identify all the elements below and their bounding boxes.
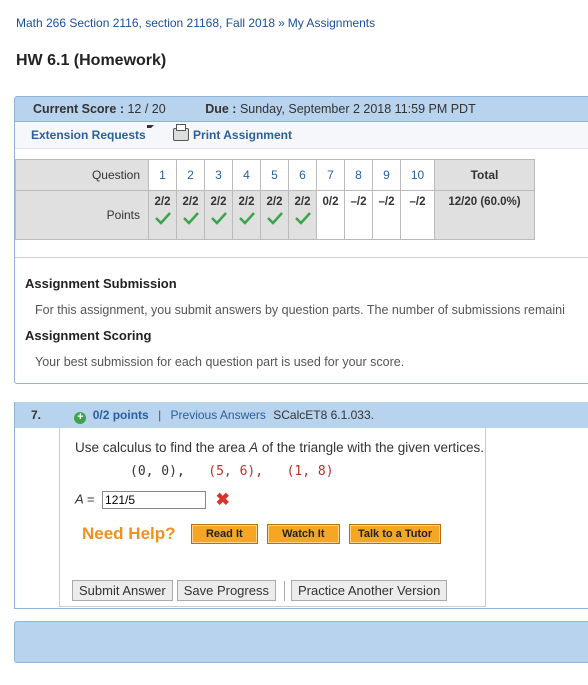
points-cell-2: 2/2	[176, 190, 205, 240]
score-label: Current Score :	[33, 102, 124, 116]
breadcrumb-assignments-link[interactable]: My Assignments	[288, 16, 375, 30]
breadcrumb: Math 266 Section 2116, section 21168, Fa…	[16, 16, 375, 30]
print-assignment-label: Print Assignment	[193, 128, 292, 142]
question-link-10[interactable]: 10	[400, 159, 435, 191]
scoring-heading: Assignment Scoring	[25, 328, 152, 343]
breadcrumb-separator: »	[278, 16, 285, 30]
save-progress-button[interactable]: Save Progress	[176, 580, 276, 601]
points-row-label: Points	[15, 190, 149, 240]
prompt-variable: A	[249, 440, 259, 455]
points-value-8: –/2	[350, 196, 367, 208]
points-value-5: 2/2	[266, 196, 283, 208]
submission-heading: Assignment Submission	[25, 276, 177, 291]
question-link-6[interactable]: 6	[288, 159, 317, 191]
points-cell-9: –/2	[372, 190, 401, 240]
assignment-info: Assignment Submission For this assignmen…	[15, 257, 588, 369]
due-value: Sunday, September 2 2018 11:59 PM PDT	[239, 102, 476, 116]
talk-to-tutor-button[interactable]: Talk to a Tutor	[348, 524, 442, 544]
score-value: 12 / 20	[127, 102, 166, 116]
question-link-2[interactable]: 2	[176, 159, 205, 191]
read-it-button[interactable]: Read It	[190, 524, 258, 544]
check-icon	[210, 212, 227, 225]
assignment-links: Extension Requests Print Assignment	[15, 122, 588, 149]
question-link-9[interactable]: 9	[372, 159, 401, 191]
submit-answer-button[interactable]: Submit Answer	[72, 580, 173, 601]
breadcrumb-course-link[interactable]: Math 266 Section 2116, section 21168, Fa…	[16, 16, 275, 30]
check-icon	[154, 212, 171, 225]
question-row-label: Question	[15, 159, 149, 191]
points-value-1: 2/2	[154, 196, 171, 208]
points-cell-3: 2/2	[204, 190, 233, 240]
question-link-4[interactable]: 4	[232, 159, 261, 191]
score-bar: Current Score : 12 / 20 Due : Sunday, Se…	[15, 97, 588, 122]
vertex-2: (5, 6),	[208, 464, 264, 479]
question-number: 7.	[31, 408, 42, 422]
points-cell-7: 0/2	[316, 190, 345, 240]
next-question-bar	[14, 621, 588, 663]
expand-plus-icon[interactable]: +	[74, 412, 87, 424]
check-icon	[294, 212, 311, 225]
question-link-1[interactable]: 1	[148, 159, 177, 191]
print-assignment-link[interactable]: Print Assignment	[173, 124, 292, 142]
question-link-8[interactable]: 8	[344, 159, 373, 191]
prompt-text-post: of the triangle with the given vertices.	[258, 440, 484, 455]
bar-separator: |	[158, 408, 162, 422]
points-cell-1: 2/2	[148, 190, 177, 240]
question-link-3[interactable]: 3	[204, 159, 233, 191]
question-body: Use calculus to find the area A of the t…	[59, 428, 486, 607]
question-source: SCalcET8 6.1.033.	[273, 408, 374, 422]
assignment-panel: Current Score : 12 / 20 Due : Sunday, Se…	[14, 96, 588, 384]
scoring-text: Your best submission for each question p…	[35, 355, 405, 369]
total-cell: 12/20 (60.0%)	[434, 190, 535, 240]
action-buttons: Submit Answer Save Progress Practice Anoth…	[72, 580, 451, 601]
points-value-2: 2/2	[182, 196, 199, 208]
vertices: (0, 0), (5, 6), (1, 8)	[130, 464, 334, 479]
points-value-6: 2/2	[294, 196, 311, 208]
question-prompt: Use calculus to find the area A of the t…	[75, 440, 484, 455]
check-icon	[266, 212, 283, 225]
points-cell-6: 2/2	[288, 190, 317, 240]
points-cell-8: –/2	[344, 190, 373, 240]
question-bar: 7. + 0/2 points | Previous Answers SCalc…	[15, 402, 588, 428]
vertex-1: (0, 0),	[130, 464, 185, 479]
prompt-text-pre: Use calculus to find the area	[75, 440, 250, 455]
total-header: Total	[434, 159, 535, 191]
points-value-7: 0/2	[322, 196, 339, 208]
question-link-5[interactable]: 5	[260, 159, 289, 191]
due-label: Due :	[205, 102, 237, 116]
points-value-4: 2/2	[238, 196, 255, 208]
extension-requests-link[interactable]: Extension Requests	[31, 128, 146, 142]
points-value-9: –/2	[378, 196, 395, 208]
button-divider	[283, 580, 285, 601]
question-points: 0/2 points	[92, 408, 149, 422]
vertex-3: (1, 8)	[286, 464, 334, 479]
answer-label: A =	[75, 491, 95, 507]
question-panel: 7. + 0/2 points | Previous Answers SCalc…	[14, 402, 588, 609]
question-link-7[interactable]: 7	[316, 159, 345, 191]
incorrect-x-icon: ✖	[215, 490, 230, 509]
need-help: Need Help? Read It Watch It Talk to a Tu…	[82, 524, 442, 544]
printer-icon	[173, 124, 190, 141]
points-cell-10: –/2	[400, 190, 435, 240]
answer-input[interactable]	[102, 491, 207, 509]
total-value: 12/20 (60.0%)	[448, 196, 521, 208]
practice-another-version-button[interactable]: Practice Another Version	[290, 580, 448, 601]
watch-it-button[interactable]: Watch It	[267, 524, 340, 544]
previous-answers-link[interactable]: Previous Answers	[171, 408, 266, 422]
page-title: HW 6.1 (Homework)	[16, 52, 167, 69]
points-cell-5: 2/2	[260, 190, 289, 240]
score-grid: Question 1 2 3 4 5 6 7 8 9 10 Total Poin…	[15, 159, 535, 240]
points-cell-4: 2/2	[232, 190, 261, 240]
submission-text: For this assignment, you submit answers …	[35, 303, 565, 317]
check-icon	[182, 212, 199, 225]
check-icon	[238, 212, 255, 225]
points-value-10: –/2	[409, 196, 426, 208]
points-value-3: 2/2	[210, 196, 227, 208]
answer-row: A = ✖	[75, 490, 230, 510]
need-help-label: Need Help?	[82, 524, 176, 543]
